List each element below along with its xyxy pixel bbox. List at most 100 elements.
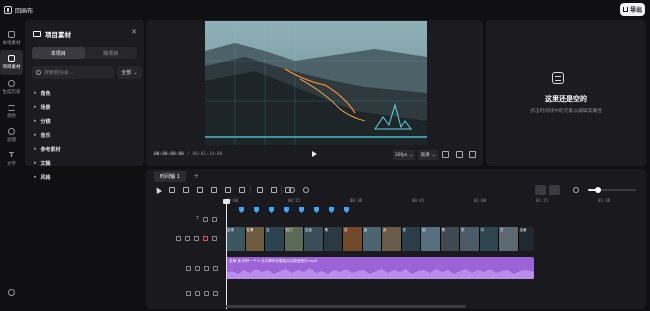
delete-icon[interactable] (239, 187, 245, 193)
lock-icon[interactable] (195, 291, 200, 296)
magnet-icon[interactable] (535, 185, 546, 195)
settings-icon[interactable] (212, 236, 217, 241)
eye-icon[interactable] (212, 216, 218, 222)
export-button[interactable]: 导出 (620, 3, 645, 16)
marker[interactable] (299, 207, 304, 213)
category-item[interactable]: ▸ 风格 (34, 170, 61, 184)
search-field[interactable] (32, 66, 114, 79)
nav-label: 滤镜 (7, 138, 16, 143)
link-track-icon[interactable] (549, 185, 560, 195)
folder-icon (8, 55, 15, 62)
crop-icon[interactable] (271, 187, 277, 193)
marker[interactable] (344, 207, 349, 213)
nav-color[interactable]: 调色 (0, 99, 23, 124)
lock-icon[interactable] (185, 236, 190, 241)
eye-icon[interactable] (204, 266, 209, 271)
tab-this-project[interactable]: 本项目 (32, 47, 85, 59)
nav-local-material[interactable]: 本地素材 (0, 26, 23, 51)
video-clip[interactable]: 当 (265, 227, 285, 251)
video-clip[interactable]: 丝全 (304, 227, 324, 251)
back-to-canvas-button[interactable]: 回画布 (4, 4, 33, 16)
add-tab-icon[interactable]: + (194, 173, 199, 180)
link-icon[interactable] (225, 187, 231, 193)
video-clip[interactable]: 荡 (323, 227, 343, 251)
video-preview[interactable] (205, 21, 427, 145)
category-item[interactable]: ▸ 分镜 (34, 114, 61, 128)
nav-project-material[interactable]: 项目素材 (0, 50, 23, 75)
select-tool-icon[interactable] (153, 185, 163, 195)
category-item[interactable]: ▸ 角色 (34, 86, 61, 100)
search-icon (36, 70, 41, 75)
marker[interactable] (284, 207, 289, 213)
chevron-down-icon: ⌄ (133, 69, 138, 76)
nav-filter[interactable]: 滤镜 (0, 123, 23, 148)
category-item[interactable]: ▸ 参考素材 (34, 142, 61, 156)
undo-icon[interactable] (289, 187, 295, 193)
tab-cross-project[interactable]: 跨项目 (85, 47, 138, 59)
close-icon[interactable]: ✕ (131, 28, 137, 36)
redo-icon[interactable] (303, 187, 309, 193)
timeline-toolbar (146, 184, 646, 197)
filter-dropdown[interactable]: 全部 ⌄ (117, 66, 142, 79)
text-icon: T (9, 151, 14, 159)
clip-label: 全景 (519, 228, 527, 232)
split-left-icon[interactable] (183, 187, 189, 193)
ratio-icon[interactable] (456, 151, 463, 158)
fps-dropdown[interactable]: 30fps ⌄ (393, 150, 415, 160)
clip-label: 石来 (227, 228, 234, 232)
nav-text[interactable]: T 文字 (0, 147, 23, 172)
video-clip[interactable]: 苏 (460, 227, 480, 251)
ruler-tick: 01:00 (474, 198, 487, 203)
category-item[interactable]: ▸ 场景 (34, 100, 61, 114)
search-input[interactable] (44, 69, 104, 76)
snapshot-icon[interactable] (442, 151, 449, 158)
eye-icon[interactable] (194, 236, 199, 241)
settings-icon[interactable] (213, 266, 218, 271)
mute-icon[interactable] (203, 236, 208, 241)
video-clip[interactable]: 光 (401, 227, 421, 251)
lock-icon[interactable] (203, 216, 209, 222)
video-clip[interactable]: 石来 (226, 227, 246, 251)
video-clip[interactable]: 全景 (518, 227, 534, 251)
video-clip[interactable]: 方 (499, 227, 519, 251)
audio-clip[interactable]: 全景·音·历时一个·1·文字脚本完整版并且配音剪切.mp3 (226, 257, 534, 279)
video-clip[interactable]: 尔 (479, 227, 499, 251)
fullscreen-icon[interactable] (469, 151, 476, 158)
marker[interactable] (314, 207, 319, 213)
category-label: 参考素材 (40, 146, 61, 153)
marker[interactable] (329, 207, 334, 213)
settings-icon[interactable] (213, 291, 218, 296)
zoom-slider[interactable] (588, 187, 636, 193)
video-clip[interactable]: 在黄 (245, 227, 265, 251)
playhead[interactable] (223, 199, 230, 309)
ruler-tick: 00:15 (288, 198, 301, 203)
zoom-knob[interactable] (595, 187, 601, 193)
video-clip[interactable]: 远 (362, 227, 382, 251)
nav-history[interactable]: 生成历史 (0, 75, 23, 100)
split-right-icon[interactable] (197, 187, 203, 193)
tab-timeline-1[interactable]: 时间轴 1 (154, 171, 186, 182)
video-clip[interactable]: 苏 (343, 227, 363, 251)
video-clip[interactable]: 荡 (440, 227, 460, 251)
video-clip[interactable]: 水 (382, 227, 402, 251)
zoom-out-icon[interactable] (573, 187, 579, 193)
copy-icon[interactable] (211, 187, 217, 193)
split-icon[interactable] (169, 187, 175, 193)
category-item[interactable]: ▸ 文稿 (34, 156, 61, 170)
marker[interactable] (269, 207, 274, 213)
video-clip[interactable]: 石门 (284, 227, 304, 251)
play-icon[interactable] (312, 151, 317, 157)
quality-dropdown[interactable]: 高清 ⌄ (418, 150, 438, 160)
category-item[interactable]: ▸ 音乐 (34, 128, 61, 142)
video-clip[interactable]: 远 (421, 227, 441, 251)
nav-label: 生成历史 (2, 90, 21, 95)
eye-icon[interactable] (204, 291, 209, 296)
freeze-icon[interactable] (257, 187, 263, 193)
video-track[interactable]: 石来 在黄 当 石门 丝全 荡 苏 远 水 光 远 荡 苏 尔 方 全景 (226, 227, 534, 251)
marker[interactable] (254, 207, 259, 213)
ruler-tick: 00:45 (412, 198, 425, 203)
settings-icon[interactable] (8, 289, 15, 296)
lock-icon[interactable] (195, 266, 200, 271)
marker[interactable] (239, 207, 244, 213)
horizontal-scrollbar[interactable] (226, 305, 466, 308)
